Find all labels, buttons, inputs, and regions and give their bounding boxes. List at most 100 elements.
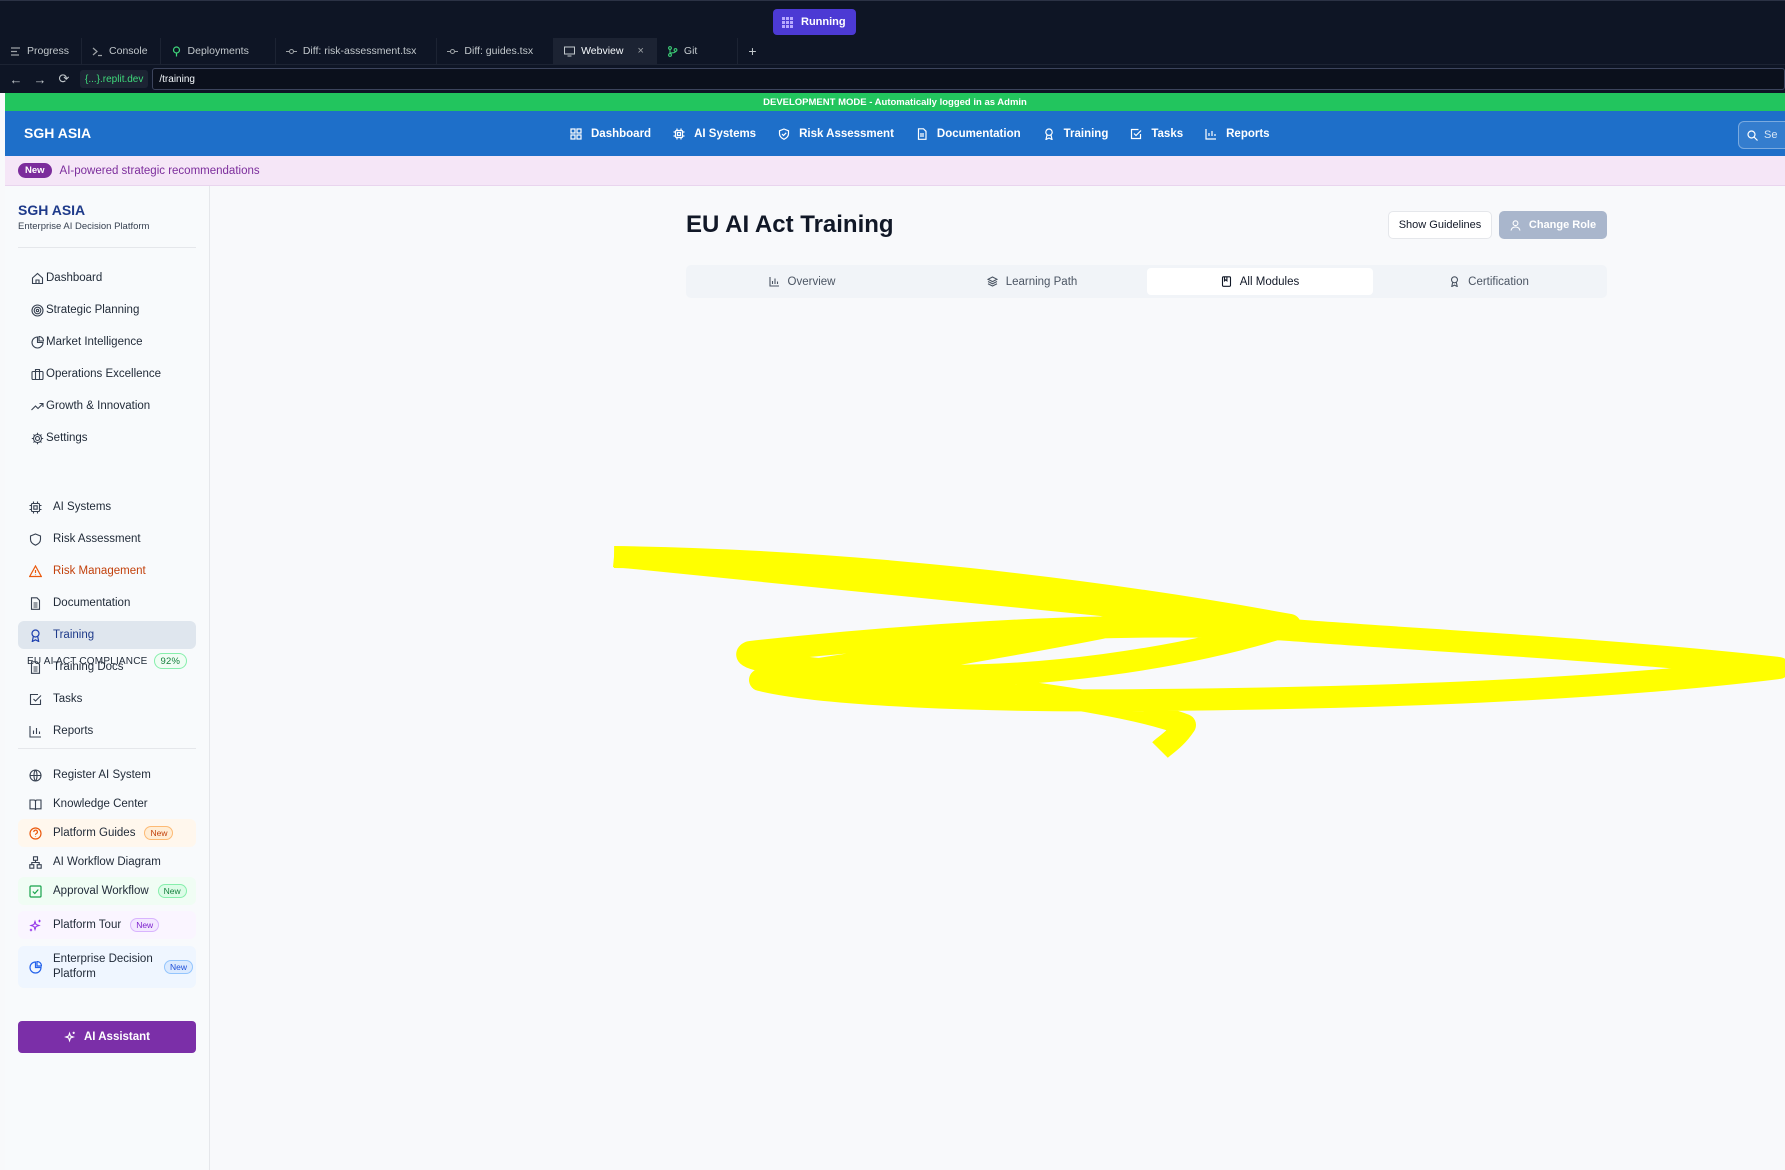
shield-icon [28,532,42,546]
new-tab-icon[interactable]: + [738,43,766,59]
sidebar-item-enterprise-decision-platform[interactable]: Enterprise Decision Platform New [18,946,196,988]
sidebar-item-label: Operations Excellence [46,368,162,380]
run-status-button[interactable]: Running [773,9,856,35]
topnav-dashboard[interactable]: Dashboard [570,128,651,140]
pie-chart-icon [28,960,42,974]
sidebar-item-register-ai-system[interactable]: Register AI System [18,761,196,789]
change-role-button[interactable]: Change Role [1499,211,1607,239]
sidebar-item-reports[interactable]: Reports [18,717,196,745]
sidebar-item-label: Training [53,629,95,641]
domain-pill[interactable]: {...}.replit.dev [80,70,149,88]
sidebar-item-settings[interactable]: Settings [18,424,196,452]
sidebar-item-training-docs[interactable]: Training Docs [18,653,196,681]
sidebar-item-operations-excellence[interactable]: Operations Excellence [18,360,196,388]
ide-tab-deployments[interactable]: Deployments [161,38,276,64]
sidebar-item-knowledge-center[interactable]: Knowledge Center [18,790,196,818]
book-icon [28,798,42,811]
sidebar-item-approval-workflow[interactable]: Approval Workflow New [18,877,196,905]
topnav-label: Dashboard [591,127,652,140]
sidebar-item-label: Approval Workflow [53,885,149,897]
header-brand[interactable]: SGH ASIA [24,125,91,141]
topnav-label: Training [1063,127,1109,140]
deploy-icon [171,45,182,57]
sidebar-item-ai-workflow-diagram[interactable]: AI Workflow Diagram [18,848,196,876]
tab-all-modules[interactable]: All Modules [1147,268,1373,295]
tab-learning-path[interactable]: Learning Path [919,268,1145,295]
sidebar-item-market-intelligence[interactable]: Market Intelligence [18,328,196,356]
shield-check-icon [778,127,790,140]
sidebar-item-training[interactable]: Training [18,621,196,649]
target-icon [30,303,44,317]
tab-label: All Modules [1239,275,1300,288]
back-arrow-icon[interactable]: ← [4,72,28,87]
pie-chart-icon [30,335,44,349]
home-icon [30,272,44,285]
sidebar-item-strategic-planning[interactable]: Strategic Planning [18,296,196,324]
topnav-tasks[interactable]: Tasks [1130,128,1183,140]
document-icon [28,660,42,674]
ide-tab-label: Webview [581,45,624,57]
sidebar-item-risk-management[interactable]: Risk Management [18,557,196,585]
sidebar-item-label: Strategic Planning [46,304,140,316]
sidebar-item-label: AI Workflow Diagram [53,856,161,868]
topnav-reports[interactable]: Reports [1205,128,1270,140]
ide-tab-webview[interactable]: Webview × [554,38,657,64]
promo-banner[interactable]: New AI-powered strategic recommendations [5,156,1785,186]
ide-tab-progress[interactable]: Progress [0,38,83,64]
award-icon [28,628,42,642]
git-branch-icon [667,45,678,57]
tab-overview[interactable]: Overview [689,268,915,295]
sidebar-item-ai-systems[interactable]: AI Systems [18,493,196,521]
document-icon [916,127,928,140]
page-title: EU AI Act Training [686,211,894,238]
ide-tab-diff-risk[interactable]: Diff: risk-assessment.tsx [276,38,438,64]
sidebar-item-growth-innovation[interactable]: Growth & Innovation [18,392,196,420]
tab-certification[interactable]: Certification [1376,268,1602,295]
header-search-input[interactable]: Se [1738,121,1785,149]
bar-chart-icon [1205,128,1217,140]
sidebar-item-tasks[interactable]: Tasks [18,685,196,713]
sidebar-item-documentation[interactable]: Documentation [18,589,196,617]
monitor-icon [564,46,576,57]
new-badge: New [144,826,174,840]
topnav-documentation[interactable]: Documentation [916,128,1021,140]
sidebar-item-label: Register AI System [53,769,151,781]
close-tab-icon[interactable]: × [637,45,643,57]
sidebar-item-platform-guides[interactable]: Platform Guides New [18,819,196,847]
topnav-label: Risk Assessment [799,127,894,140]
promo-text[interactable]: AI-powered strategic recommendations [60,165,260,177]
topnav-ai-systems[interactable]: AI Systems [673,128,756,140]
refresh-icon[interactable]: ⟳ [52,71,76,87]
search-placeholder: Se [1764,129,1778,141]
sidebar-item-label: Market Intelligence [46,336,143,348]
promo-new-badge: New [18,163,52,178]
ide-tab-diff-guides[interactable]: Diff: guides.tsx [437,38,555,64]
ide-tab-console[interactable]: Console [82,38,161,64]
award-icon [1043,127,1055,140]
ide-tab-label: Diff: guides.tsx [464,45,534,57]
sidebar-item-label: AI Systems [53,501,112,513]
ide-tab-label: Console [109,45,148,57]
check-square-icon [28,884,42,898]
help-circle-icon [28,826,42,840]
ide-tab-git[interactable]: Git [657,38,739,64]
forward-arrow-icon[interactable]: → [28,72,52,87]
url-path-input[interactable]: /training [152,68,1785,90]
tab-label: Overview [787,275,836,288]
sidebar-item-dashboard[interactable]: Dashboard [18,264,196,292]
topnav-training[interactable]: Training [1043,127,1109,140]
show-guidelines-button[interactable]: Show Guidelines [1388,211,1492,239]
sidebar-item-platform-tour[interactable]: Platform Tour New [18,911,196,939]
new-badge: New [157,884,187,898]
app-header: SGH ASIA Dashboard AI Systems Risk Asses… [5,111,1785,156]
sidebar-item-risk-assessment[interactable]: Risk Assessment [18,525,196,553]
briefcase-icon [30,368,44,381]
cpu-icon [673,128,685,140]
webview-url-bar: ← → ⟳ {...}.replit.dev /training [0,64,1785,93]
sidebar-item-label: Knowledge Center [53,798,148,810]
topnav-risk-assessment[interactable]: Risk Assessment [778,128,894,140]
grid-icon [570,127,582,140]
ide-tab-label: Progress [27,45,70,57]
user-icon [1510,219,1521,231]
ai-assistant-button[interactable]: AI Assistant [18,1021,196,1053]
